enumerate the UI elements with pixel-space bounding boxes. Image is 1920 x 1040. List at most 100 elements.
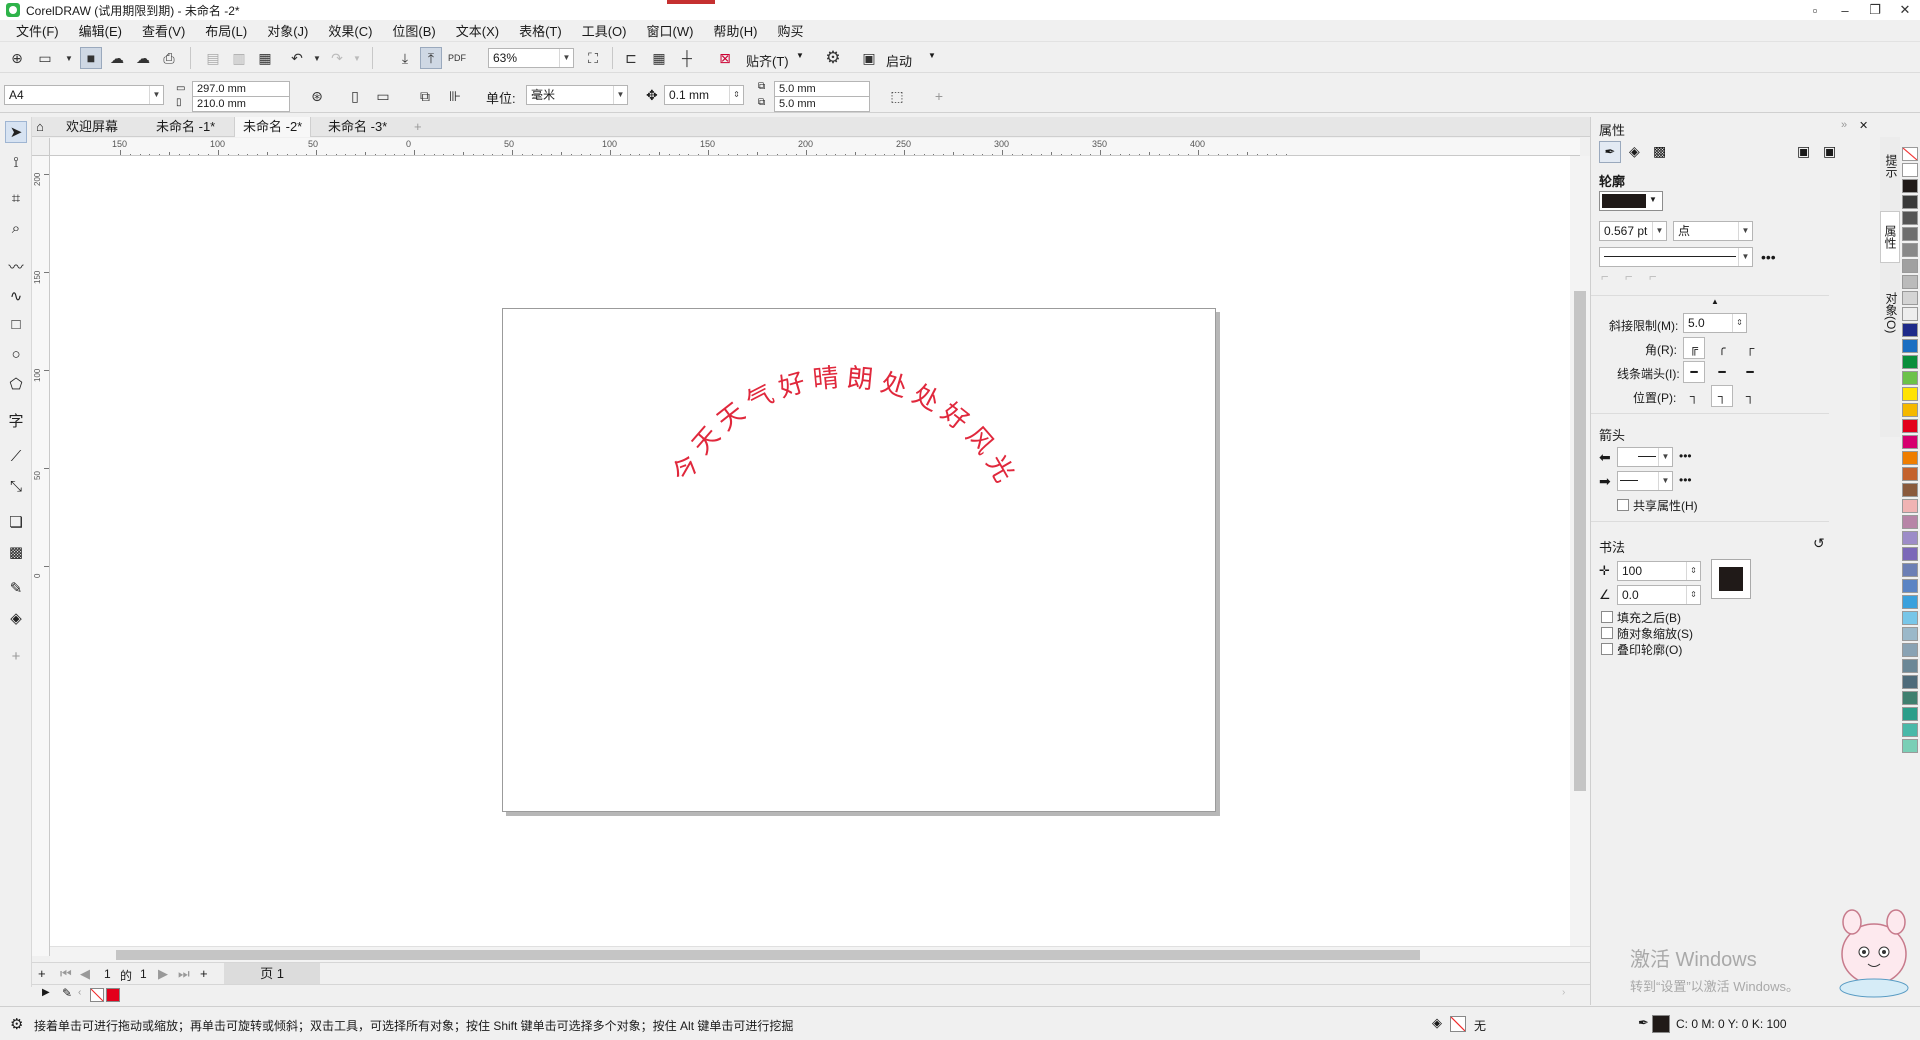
snap-off-icon[interactable]: ⊠ xyxy=(714,47,736,69)
palette-left-icon[interactable]: ‹ xyxy=(78,987,81,998)
palette-expand-icon[interactable]: ▶ xyxy=(42,987,50,998)
palette-swatch[interactable] xyxy=(1902,531,1918,545)
duplicate-x-field[interactable]: 5.0 mm xyxy=(774,81,870,97)
import-icon[interactable]: ⤓ xyxy=(394,47,416,69)
all-pages-icon[interactable]: ⊛ xyxy=(306,85,328,107)
paste-icon[interactable]: ▦ xyxy=(254,47,276,69)
miter-corner-icon[interactable]: ╔ xyxy=(1683,337,1705,359)
cloud-sync-icon[interactable]: ☁ xyxy=(132,47,154,69)
reset-calligraphy-icon[interactable]: ↺ xyxy=(1813,535,1825,552)
start-arrow-more-icon[interactable]: ••• xyxy=(1679,449,1692,463)
nudge-distance-field[interactable]: 0.1 mm ⇕ xyxy=(664,85,744,105)
print-icon[interactable]: ⎙ xyxy=(158,47,180,69)
outline-pen-icon[interactable]: ✒ xyxy=(1638,1015,1649,1031)
end-arrow-more-icon[interactable]: ••• xyxy=(1679,473,1692,487)
add-tool-icon[interactable]: + xyxy=(5,645,27,667)
menu-window[interactable]: 窗口(W) xyxy=(636,21,703,40)
page-height-field[interactable]: 210.0 mm xyxy=(192,96,290,112)
vertical-scrollbar[interactable] xyxy=(1570,156,1590,946)
red-swatch[interactable] xyxy=(106,988,120,1002)
last-page-icon[interactable]: ⏭ xyxy=(178,966,190,982)
docker-page-icon[interactable]: ▣ xyxy=(1823,143,1836,160)
docker-frame-icon[interactable]: ▣ xyxy=(1797,143,1810,160)
options-gear-icon[interactable]: ⚙ xyxy=(822,47,844,69)
scale-with-object-checkbox[interactable] xyxy=(1601,627,1613,639)
shape-tool-icon[interactable]: ⟟ xyxy=(5,151,27,173)
interactive-fill-icon[interactable]: ◈ xyxy=(5,607,27,629)
palette-swatch[interactable] xyxy=(1902,643,1918,657)
restore-small-icon[interactable]: ▫ xyxy=(1800,0,1830,20)
document-page[interactable]: 今天天气好晴朗处处好风光 xyxy=(502,308,1216,812)
palette-swatch[interactable] xyxy=(1902,675,1918,689)
cloud-upload-icon[interactable]: ☁ xyxy=(106,47,128,69)
snap-dropdown-icon[interactable]: ▼ xyxy=(796,51,804,60)
palette-swatch[interactable] xyxy=(1902,419,1918,433)
add-page-before-icon[interactable]: + xyxy=(38,966,46,981)
first-page-icon[interactable]: ⏮ xyxy=(60,966,72,982)
connector-tool-icon[interactable]: ⤡ xyxy=(5,475,27,497)
chevron-down-icon[interactable]: ▼ xyxy=(1649,195,1657,204)
palette-swatch[interactable] xyxy=(1902,195,1918,209)
miter-limit-field[interactable]: 5.0 ⇕ xyxy=(1683,313,1747,333)
outline-pen-tab-icon[interactable]: ✒ xyxy=(1599,141,1621,163)
palette-swatch[interactable] xyxy=(1902,595,1918,609)
palette-swatch[interactable] xyxy=(1902,163,1918,177)
inside-position-icon[interactable]: ┐ xyxy=(1739,385,1761,407)
butt-cap-icon[interactable]: ━ xyxy=(1683,361,1705,383)
home-icon[interactable]: ⌂ xyxy=(32,117,54,137)
vertical-scroll-thumb[interactable] xyxy=(1574,291,1586,791)
vertical-ruler[interactable]: 200 150 100 50 0 xyxy=(32,156,50,956)
current-page-size-icon[interactable]: ⊪ xyxy=(444,85,466,107)
previous-page-icon[interactable]: ◀ xyxy=(80,966,90,982)
palette-swatch[interactable] xyxy=(1902,451,1918,465)
drop-shadow-icon[interactable]: ❏ xyxy=(5,511,27,533)
palette-swatch[interactable] xyxy=(1902,563,1918,577)
drawing-canvas[interactable]: 今天天气好晴朗处处好风光 xyxy=(50,156,1580,946)
start-arrowhead-combo[interactable]: ▼ xyxy=(1617,447,1673,467)
zoom-level-combo[interactable]: 63% ▼ xyxy=(488,48,574,68)
menu-view[interactable]: 查看(V) xyxy=(132,21,195,40)
palette-swatch[interactable] xyxy=(1902,355,1918,369)
all-pages-size-icon[interactable]: ⧉ xyxy=(414,85,436,107)
menu-object[interactable]: 对象(J) xyxy=(257,21,318,40)
palette-scroll-icon[interactable]: › xyxy=(1562,987,1565,998)
overprint-outline-checkbox[interactable] xyxy=(1601,643,1613,655)
menu-bitmaps[interactable]: 位图(B) xyxy=(382,21,445,40)
palette-swatch[interactable] xyxy=(1902,259,1918,273)
palette-swatch[interactable] xyxy=(1902,611,1918,625)
tab-untitled-2[interactable]: 未命名 -2* xyxy=(234,117,312,137)
palette-no-color-swatch[interactable] xyxy=(1902,147,1918,161)
palette-swatch[interactable] xyxy=(1902,323,1918,337)
outside-position-icon[interactable]: ┐ xyxy=(1683,385,1705,407)
launch-label[interactable]: 启动 xyxy=(886,51,912,70)
landscape-icon[interactable]: ▭ xyxy=(372,85,394,107)
end-arrowhead-combo[interactable]: ▼ xyxy=(1617,471,1673,491)
freehand-tool-icon[interactable]: 〰 xyxy=(5,255,27,277)
outline-color-swatch[interactable] xyxy=(1652,1015,1670,1033)
palette-swatch[interactable] xyxy=(1902,483,1918,497)
redo-dropdown-icon[interactable]: ▼ xyxy=(346,47,368,69)
palette-swatch[interactable] xyxy=(1902,547,1918,561)
palette-swatch[interactable] xyxy=(1902,211,1918,225)
cut-icon[interactable]: ▤ xyxy=(202,47,224,69)
menu-buy[interactable]: 购买 xyxy=(767,21,813,40)
page-width-field[interactable]: 297.0 mm xyxy=(192,81,290,97)
palette-swatch[interactable] xyxy=(1902,227,1918,241)
ruler-origin-icon[interactable] xyxy=(32,138,50,156)
palette-swatch[interactable] xyxy=(1902,291,1918,305)
angle-field[interactable]: 0.0 ⇕ xyxy=(1617,585,1701,605)
round-cap-icon[interactable]: ━ xyxy=(1711,361,1733,383)
palette-swatch[interactable] xyxy=(1902,275,1918,289)
palette-swatch[interactable] xyxy=(1902,739,1918,753)
polygon-tool-icon[interactable]: ⬠ xyxy=(5,373,27,395)
docker-collapse-icon[interactable]: » xyxy=(1841,119,1847,131)
export-icon[interactable]: ⤒ xyxy=(420,47,442,69)
palette-swatch[interactable] xyxy=(1902,723,1918,737)
palette-swatch[interactable] xyxy=(1902,435,1918,449)
full-screen-icon[interactable]: ⛶ xyxy=(582,47,604,69)
menu-file[interactable]: 文件(F) xyxy=(6,21,69,40)
open-folder-icon[interactable]: ▭ xyxy=(34,47,56,69)
collapse-up-icon[interactable]: ▲ xyxy=(1711,297,1719,306)
palette-swatch[interactable] xyxy=(1902,515,1918,529)
menu-layout[interactable]: 布局(L) xyxy=(195,21,257,40)
